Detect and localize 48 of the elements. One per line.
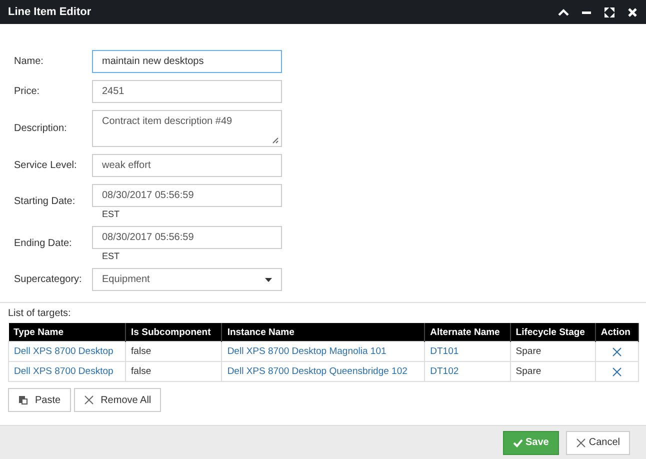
table-cell: Spare	[510, 342, 596, 362]
date-field[interactable]: 08/30/2017 05:56:59	[92, 226, 282, 249]
field-label: Description:	[14, 123, 68, 134]
column-header: Alternate Name	[424, 323, 510, 342]
remove-button[interactable]: Remove All	[74, 388, 162, 412]
remove-icon[interactable]	[612, 346, 622, 356]
paste-icon	[18, 395, 28, 405]
table-link[interactable]: Dell XPS 8700 Desktop Magnolia 101	[227, 346, 386, 357]
check-icon	[512, 438, 522, 448]
dropdown-field[interactable]: Equipment	[92, 268, 282, 291]
paste-button[interactable]: Paste	[8, 388, 71, 412]
table-cell: false	[126, 362, 222, 382]
remove-icon[interactable]	[612, 366, 622, 376]
timezone-label: EST	[101, 250, 121, 261]
table-link[interactable]: Dell XPS 8700 Desktop Queensbridge 102	[227, 366, 408, 377]
table-cell: false	[126, 342, 222, 362]
column-header: Lifecycle Stage	[510, 323, 596, 342]
table-link[interactable]: Dell XPS 8700 Desktop	[14, 346, 114, 357]
field-label: Price:	[14, 86, 41, 97]
table-link[interactable]: DT102	[430, 366, 459, 377]
collapse-icon[interactable]	[558, 6, 569, 18]
description-field[interactable]: Contract item description #49	[92, 110, 282, 147]
field-label: Supercategory:	[14, 274, 83, 285]
field-label: Starting Date:	[14, 195, 76, 207]
input-field[interactable]: weak effort	[92, 154, 282, 177]
table-cell: Spare	[510, 362, 596, 382]
field-label: Name:	[14, 56, 44, 67]
input-field[interactable]: 2451	[92, 80, 282, 103]
column-header: Instance Name	[222, 323, 425, 342]
table-link[interactable]: Dell XPS 8700 Desktop	[14, 366, 114, 377]
close-icon	[576, 438, 586, 448]
cancel-button[interactable]: Cancel	[566, 430, 630, 454]
table-link[interactable]: DT101	[430, 346, 459, 357]
resize-grip-icon[interactable]	[272, 137, 279, 144]
caret-icon	[265, 278, 272, 282]
field-label: Ending Date:	[14, 237, 73, 249]
column-header: Action	[595, 323, 638, 342]
section-label: List of targets:	[7, 307, 72, 319]
close-icon[interactable]	[627, 6, 638, 18]
input-field[interactable]: maintain new desktops	[92, 50, 282, 73]
column-header: Is Subcomponent	[126, 323, 222, 342]
column-header: Type Name	[8, 323, 126, 342]
date-field[interactable]: 08/30/2017 05:56:59	[92, 184, 282, 207]
maximize-icon[interactable]	[604, 6, 615, 18]
close-icon	[84, 395, 94, 405]
window-title: Line Item Editor	[8, 6, 92, 18]
timezone-label: EST	[101, 208, 121, 219]
field-label: Service Level:	[14, 160, 78, 171]
